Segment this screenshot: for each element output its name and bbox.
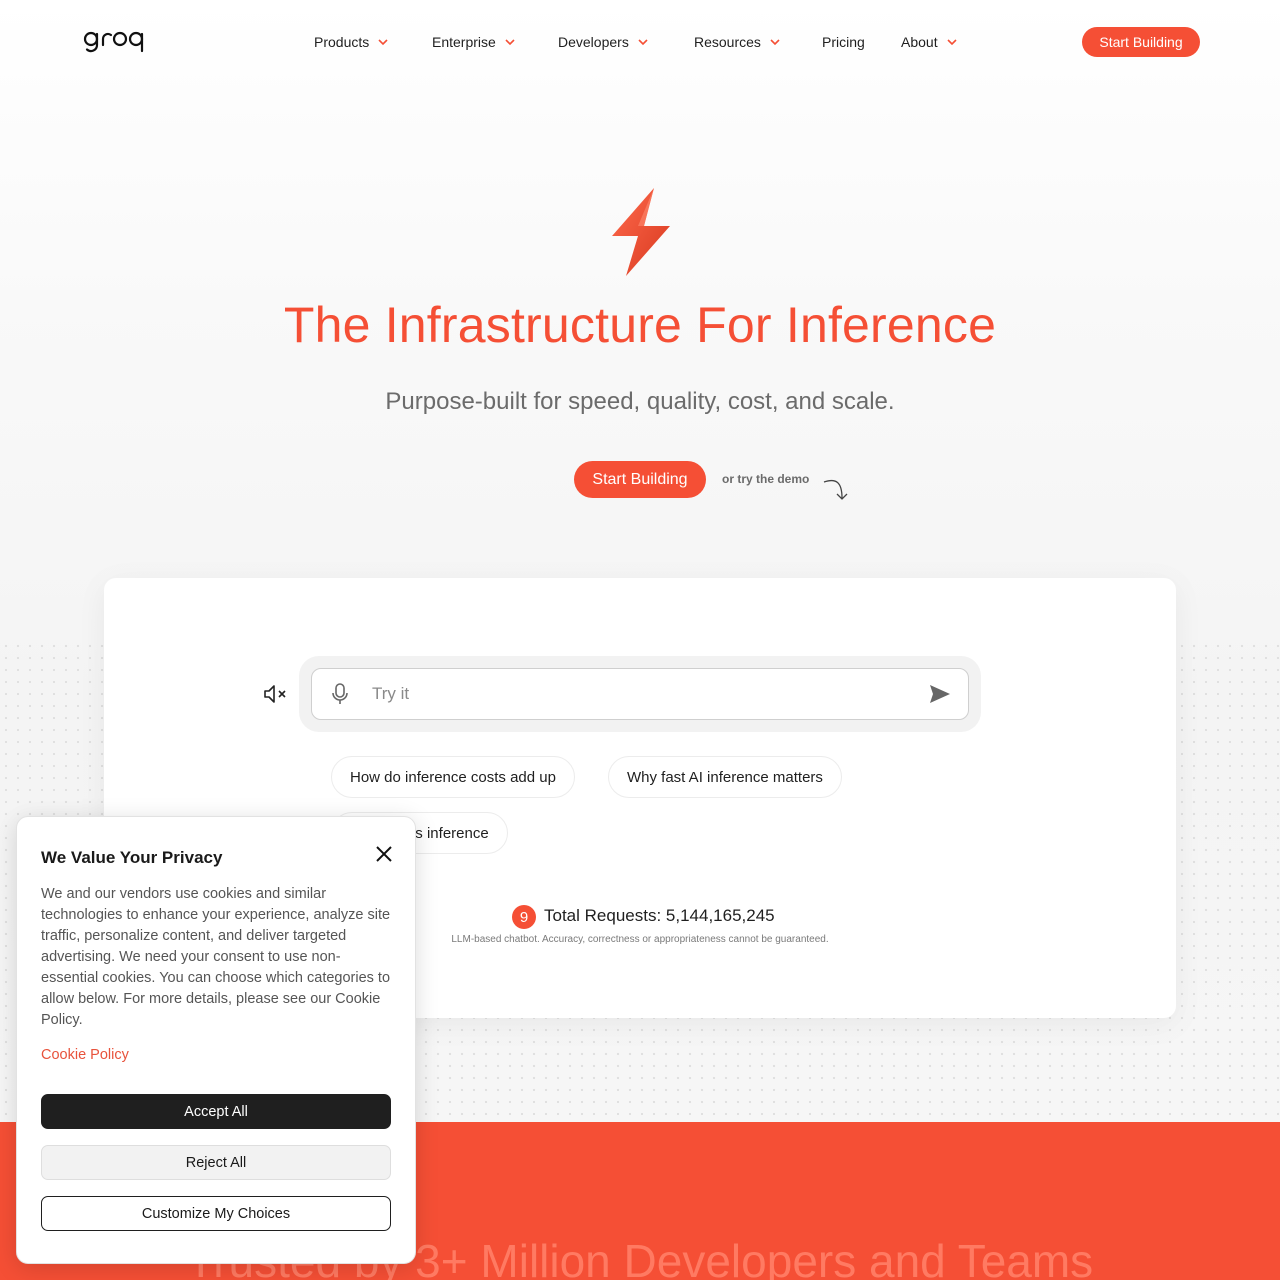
demo-hint-text: or try the demo (722, 472, 810, 486)
customize-choices-button[interactable]: Customize My Choices (41, 1196, 391, 1231)
hero-start-building-button[interactable]: Start Building (574, 461, 706, 498)
cookie-consent-dialog: We Value Your Privacy We and our vendors… (16, 816, 416, 1264)
request-count-badge: 9 (512, 905, 536, 929)
suggestion-chip[interactable]: Why fast AI inference matters (608, 756, 842, 798)
nav-pricing[interactable]: Pricing (822, 33, 865, 51)
total-requests: Total Requests: 5,144,165,245 (544, 906, 775, 925)
header-start-building-button[interactable]: Start Building (1082, 27, 1200, 57)
chevron-down-icon (770, 39, 780, 46)
nav-enterprise-label: Enterprise (432, 34, 496, 50)
hero-subtitle: Purpose-built for speed, quality, cost, … (385, 388, 895, 415)
nav-developers[interactable]: Developers (558, 33, 649, 51)
chevron-down-icon (378, 39, 388, 46)
microphone-icon[interactable] (330, 682, 350, 706)
site-header: groq Products Enterprise Developers Reso… (0, 0, 1280, 84)
nav-products[interactable]: Products (314, 33, 389, 51)
chevron-down-icon (947, 39, 957, 46)
chevron-down-icon (638, 39, 648, 46)
chat-input[interactable] (372, 680, 892, 708)
nav-enterprise[interactable]: Enterprise (432, 33, 516, 51)
close-icon[interactable] (375, 845, 393, 863)
nav-resources[interactable]: Resources (694, 33, 781, 51)
cookie-policy-link[interactable]: Cookie Policy (41, 1047, 129, 1063)
chevron-down-icon (505, 39, 515, 46)
cookie-title: We Value Your Privacy (41, 848, 223, 867)
hero-title: The Infrastructure For Inference (283, 297, 997, 353)
accept-all-button[interactable]: Accept All (41, 1094, 391, 1129)
nav-pricing-label: Pricing (822, 34, 865, 50)
nav-developers-label: Developers (558, 34, 629, 50)
nav-about-label: About (901, 34, 938, 50)
lightning-bolt-icon (612, 188, 670, 276)
groq-logo[interactable]: groq (83, 27, 145, 57)
nav-products-label: Products (314, 34, 370, 50)
send-icon[interactable] (928, 683, 952, 705)
cookie-description: We and our vendors use cookies and simil… (41, 886, 391, 1028)
nav-about[interactable]: About (901, 33, 958, 51)
mute-icon[interactable] (262, 682, 288, 706)
curved-arrow-icon (823, 479, 848, 500)
reject-all-button[interactable]: Reject All (41, 1145, 391, 1180)
suggestion-chip[interactable]: How do inference costs add up (331, 756, 575, 798)
nav-resources-label: Resources (694, 34, 761, 50)
